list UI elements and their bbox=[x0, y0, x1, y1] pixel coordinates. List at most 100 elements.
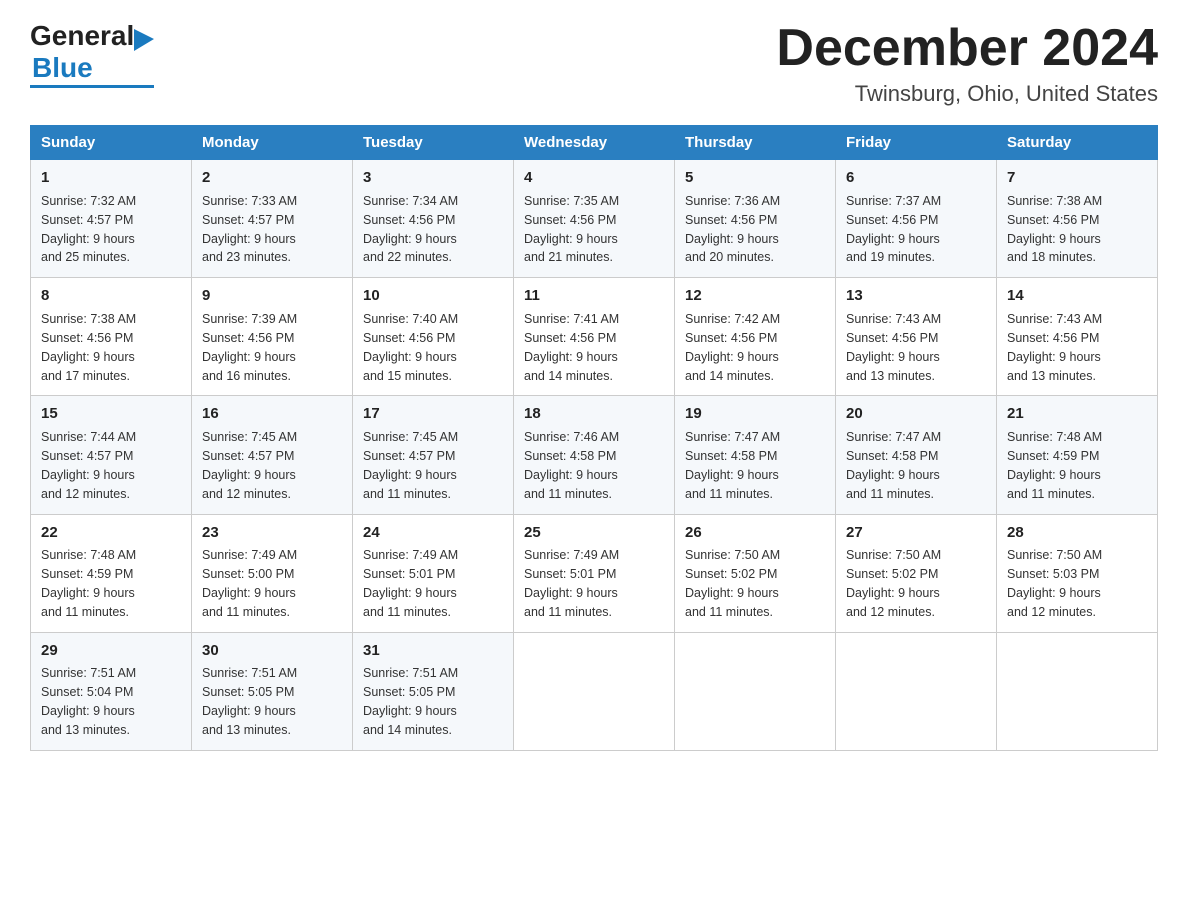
day-info: Sunrise: 7:38 AMSunset: 4:56 PMDaylight:… bbox=[1007, 194, 1102, 265]
day-number: 5 bbox=[685, 167, 825, 189]
month-title: December 2024 bbox=[776, 20, 1158, 77]
day-number: 30 bbox=[202, 640, 342, 662]
day-cell: 15 Sunrise: 7:44 AMSunset: 4:57 PMDaylig… bbox=[31, 396, 192, 514]
logo-underline bbox=[30, 85, 154, 88]
day-cell: 13 Sunrise: 7:43 AMSunset: 4:56 PMDaylig… bbox=[836, 278, 997, 396]
day-number: 20 bbox=[846, 403, 986, 425]
day-number: 26 bbox=[685, 522, 825, 544]
day-info: Sunrise: 7:41 AMSunset: 4:56 PMDaylight:… bbox=[524, 312, 619, 383]
day-info: Sunrise: 7:50 AMSunset: 5:03 PMDaylight:… bbox=[1007, 548, 1102, 619]
day-cell: 9 Sunrise: 7:39 AMSunset: 4:56 PMDayligh… bbox=[192, 278, 353, 396]
day-info: Sunrise: 7:32 AMSunset: 4:57 PMDaylight:… bbox=[41, 194, 136, 265]
day-number: 24 bbox=[363, 522, 503, 544]
day-number: 13 bbox=[846, 285, 986, 307]
header-monday: Monday bbox=[192, 126, 353, 160]
day-cell bbox=[675, 632, 836, 750]
day-number: 6 bbox=[846, 167, 986, 189]
day-number: 28 bbox=[1007, 522, 1147, 544]
header-sunday: Sunday bbox=[31, 126, 192, 160]
day-number: 7 bbox=[1007, 167, 1147, 189]
page-header: General Blue December 2024 Twinsburg, Oh… bbox=[30, 20, 1158, 107]
day-info: Sunrise: 7:44 AMSunset: 4:57 PMDaylight:… bbox=[41, 430, 136, 501]
day-number: 12 bbox=[685, 285, 825, 307]
day-cell: 14 Sunrise: 7:43 AMSunset: 4:56 PMDaylig… bbox=[997, 278, 1158, 396]
day-number: 16 bbox=[202, 403, 342, 425]
day-info: Sunrise: 7:48 AMSunset: 4:59 PMDaylight:… bbox=[41, 548, 136, 619]
day-cell: 7 Sunrise: 7:38 AMSunset: 4:56 PMDayligh… bbox=[997, 160, 1158, 278]
day-info: Sunrise: 7:45 AMSunset: 4:57 PMDaylight:… bbox=[202, 430, 297, 501]
day-info: Sunrise: 7:39 AMSunset: 4:56 PMDaylight:… bbox=[202, 312, 297, 383]
day-number: 8 bbox=[41, 285, 181, 307]
title-block: December 2024 Twinsburg, Ohio, United St… bbox=[776, 20, 1158, 107]
week-row-1: 1 Sunrise: 7:32 AMSunset: 4:57 PMDayligh… bbox=[31, 160, 1158, 278]
day-cell: 12 Sunrise: 7:42 AMSunset: 4:56 PMDaylig… bbox=[675, 278, 836, 396]
header-thursday: Thursday bbox=[675, 126, 836, 160]
header-tuesday: Tuesday bbox=[353, 126, 514, 160]
calendar-table: SundayMondayTuesdayWednesdayThursdayFrid… bbox=[30, 125, 1158, 751]
day-cell: 1 Sunrise: 7:32 AMSunset: 4:57 PMDayligh… bbox=[31, 160, 192, 278]
day-cell: 26 Sunrise: 7:50 AMSunset: 5:02 PMDaylig… bbox=[675, 514, 836, 632]
logo-blue-text: Blue bbox=[32, 52, 93, 83]
day-info: Sunrise: 7:47 AMSunset: 4:58 PMDaylight:… bbox=[846, 430, 941, 501]
day-info: Sunrise: 7:43 AMSunset: 4:56 PMDaylight:… bbox=[846, 312, 941, 383]
header-saturday: Saturday bbox=[997, 126, 1158, 160]
day-cell: 5 Sunrise: 7:36 AMSunset: 4:56 PMDayligh… bbox=[675, 160, 836, 278]
day-cell: 4 Sunrise: 7:35 AMSunset: 4:56 PMDayligh… bbox=[514, 160, 675, 278]
day-number: 11 bbox=[524, 285, 664, 307]
day-cell: 27 Sunrise: 7:50 AMSunset: 5:02 PMDaylig… bbox=[836, 514, 997, 632]
day-number: 25 bbox=[524, 522, 664, 544]
day-cell bbox=[836, 632, 997, 750]
day-number: 17 bbox=[363, 403, 503, 425]
day-info: Sunrise: 7:50 AMSunset: 5:02 PMDaylight:… bbox=[685, 548, 780, 619]
day-cell: 22 Sunrise: 7:48 AMSunset: 4:59 PMDaylig… bbox=[31, 514, 192, 632]
day-info: Sunrise: 7:49 AMSunset: 5:01 PMDaylight:… bbox=[524, 548, 619, 619]
day-cell: 25 Sunrise: 7:49 AMSunset: 5:01 PMDaylig… bbox=[514, 514, 675, 632]
day-info: Sunrise: 7:34 AMSunset: 4:56 PMDaylight:… bbox=[363, 194, 458, 265]
day-number: 27 bbox=[846, 522, 986, 544]
day-info: Sunrise: 7:43 AMSunset: 4:56 PMDaylight:… bbox=[1007, 312, 1102, 383]
day-number: 14 bbox=[1007, 285, 1147, 307]
day-info: Sunrise: 7:48 AMSunset: 4:59 PMDaylight:… bbox=[1007, 430, 1102, 501]
day-info: Sunrise: 7:46 AMSunset: 4:58 PMDaylight:… bbox=[524, 430, 619, 501]
day-cell: 18 Sunrise: 7:46 AMSunset: 4:58 PMDaylig… bbox=[514, 396, 675, 514]
day-number: 2 bbox=[202, 167, 342, 189]
day-info: Sunrise: 7:35 AMSunset: 4:56 PMDaylight:… bbox=[524, 194, 619, 265]
day-info: Sunrise: 7:42 AMSunset: 4:56 PMDaylight:… bbox=[685, 312, 780, 383]
calendar-header-row: SundayMondayTuesdayWednesdayThursdayFrid… bbox=[31, 126, 1158, 160]
day-cell: 6 Sunrise: 7:37 AMSunset: 4:56 PMDayligh… bbox=[836, 160, 997, 278]
day-cell: 3 Sunrise: 7:34 AMSunset: 4:56 PMDayligh… bbox=[353, 160, 514, 278]
day-number: 21 bbox=[1007, 403, 1147, 425]
day-info: Sunrise: 7:51 AMSunset: 5:04 PMDaylight:… bbox=[41, 666, 136, 737]
day-cell: 31 Sunrise: 7:51 AMSunset: 5:05 PMDaylig… bbox=[353, 632, 514, 750]
day-info: Sunrise: 7:50 AMSunset: 5:02 PMDaylight:… bbox=[846, 548, 941, 619]
location-title: Twinsburg, Ohio, United States bbox=[776, 81, 1158, 107]
logo-triangle-icon bbox=[134, 29, 154, 51]
day-number: 15 bbox=[41, 403, 181, 425]
day-number: 19 bbox=[685, 403, 825, 425]
day-number: 18 bbox=[524, 403, 664, 425]
day-cell: 19 Sunrise: 7:47 AMSunset: 4:58 PMDaylig… bbox=[675, 396, 836, 514]
day-cell: 23 Sunrise: 7:49 AMSunset: 5:00 PMDaylig… bbox=[192, 514, 353, 632]
day-number: 3 bbox=[363, 167, 503, 189]
day-number: 23 bbox=[202, 522, 342, 544]
day-cell: 8 Sunrise: 7:38 AMSunset: 4:56 PMDayligh… bbox=[31, 278, 192, 396]
day-cell: 21 Sunrise: 7:48 AMSunset: 4:59 PMDaylig… bbox=[997, 396, 1158, 514]
day-cell: 17 Sunrise: 7:45 AMSunset: 4:57 PMDaylig… bbox=[353, 396, 514, 514]
week-row-4: 22 Sunrise: 7:48 AMSunset: 4:59 PMDaylig… bbox=[31, 514, 1158, 632]
logo: General Blue bbox=[30, 20, 154, 88]
day-cell: 29 Sunrise: 7:51 AMSunset: 5:04 PMDaylig… bbox=[31, 632, 192, 750]
header-friday: Friday bbox=[836, 126, 997, 160]
day-info: Sunrise: 7:45 AMSunset: 4:57 PMDaylight:… bbox=[363, 430, 458, 501]
day-cell: 11 Sunrise: 7:41 AMSunset: 4:56 PMDaylig… bbox=[514, 278, 675, 396]
day-info: Sunrise: 7:51 AMSunset: 5:05 PMDaylight:… bbox=[363, 666, 458, 737]
day-cell: 16 Sunrise: 7:45 AMSunset: 4:57 PMDaylig… bbox=[192, 396, 353, 514]
day-cell: 10 Sunrise: 7:40 AMSunset: 4:56 PMDaylig… bbox=[353, 278, 514, 396]
day-info: Sunrise: 7:47 AMSunset: 4:58 PMDaylight:… bbox=[685, 430, 780, 501]
day-number: 31 bbox=[363, 640, 503, 662]
day-number: 4 bbox=[524, 167, 664, 189]
day-info: Sunrise: 7:49 AMSunset: 5:01 PMDaylight:… bbox=[363, 548, 458, 619]
week-row-5: 29 Sunrise: 7:51 AMSunset: 5:04 PMDaylig… bbox=[31, 632, 1158, 750]
day-number: 10 bbox=[363, 285, 503, 307]
day-cell: 20 Sunrise: 7:47 AMSunset: 4:58 PMDaylig… bbox=[836, 396, 997, 514]
day-number: 29 bbox=[41, 640, 181, 662]
